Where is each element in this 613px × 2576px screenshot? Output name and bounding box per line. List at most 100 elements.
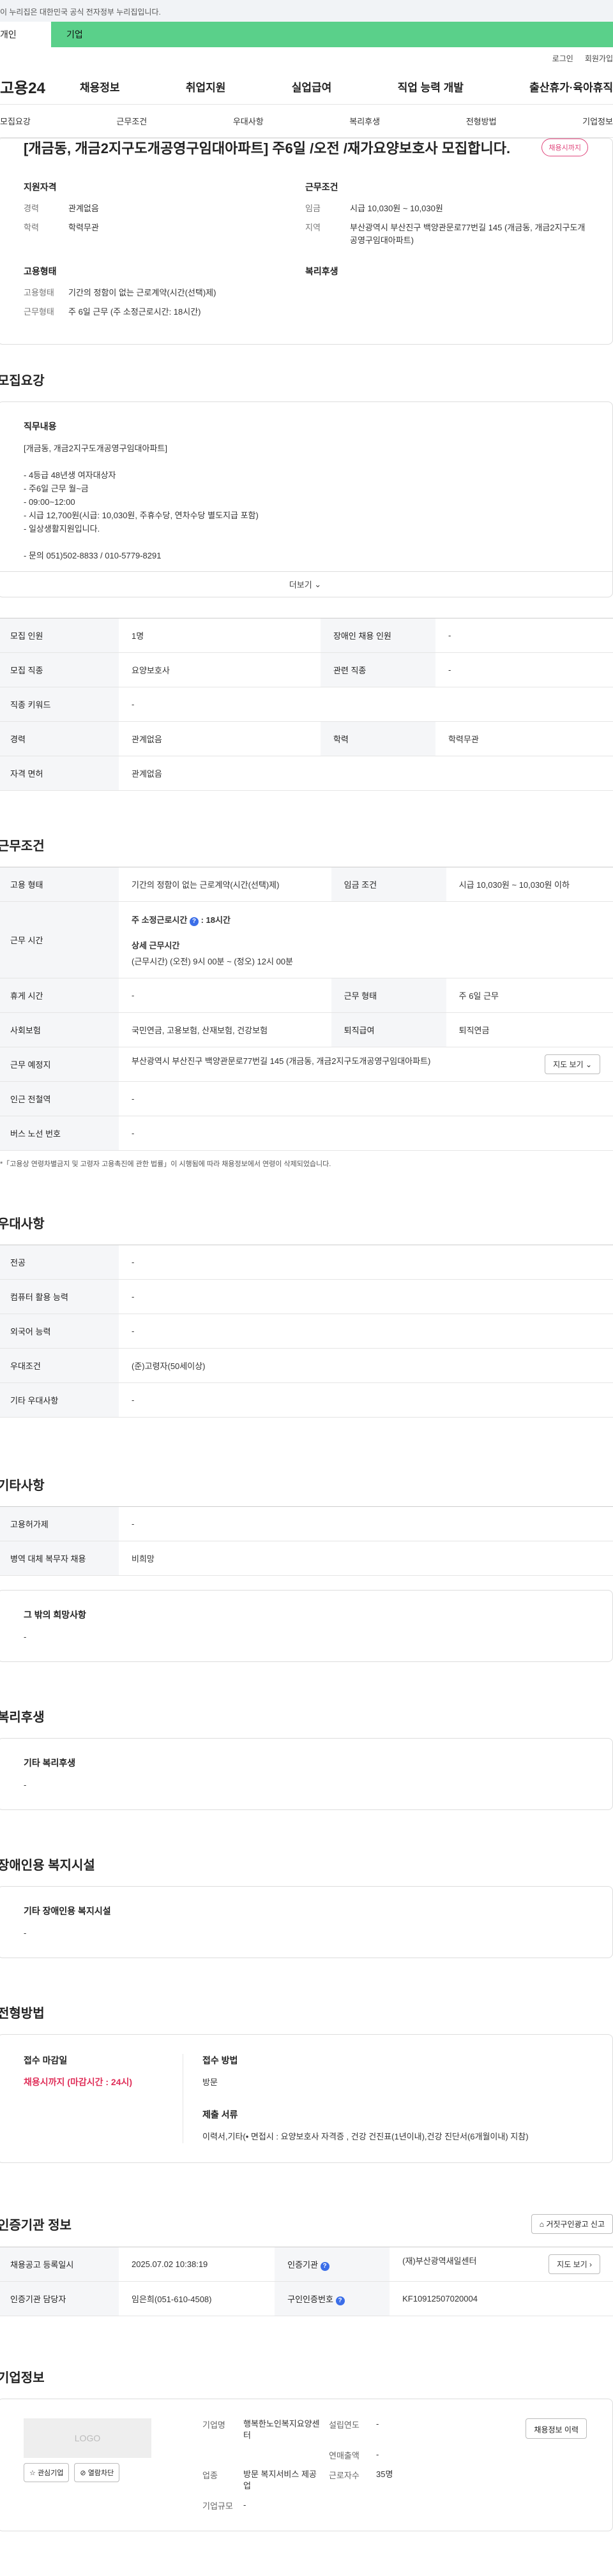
org-map-button[interactable]: 지도 보기 › bbox=[549, 2254, 600, 2274]
place-value: 부산광역시 부산진구 백양관문로77번길 145 (개금동, 개금2지구도개공영… bbox=[132, 1056, 431, 1066]
manager-value: 임은희(051-610-4508) bbox=[119, 2281, 275, 2316]
disabled-count-value: - bbox=[435, 618, 613, 653]
permit-value: - bbox=[119, 1506, 613, 1541]
anchor-preference[interactable]: 우대사항 bbox=[233, 115, 264, 127]
welfare-title: 복리후생 bbox=[0, 1711, 45, 1725]
detail-hours-heading: 상세 근무시간 bbox=[132, 940, 180, 950]
hours-value: 주 소정근로시간 ? : 18시간 상세 근무시간 (근무시간) (오전) 9시… bbox=[119, 901, 613, 978]
found-value: - bbox=[376, 2419, 379, 2429]
license-value: 관계없음 bbox=[119, 756, 613, 791]
gov-banner: 이 누리집은 대한민국 공식 전자정부 누리집입니다. bbox=[0, 0, 613, 22]
info-icon[interactable]: ? bbox=[335, 2296, 345, 2305]
site-logo[interactable]: 고용24 bbox=[0, 75, 80, 98]
manager-label: 인증기관 담당자 bbox=[0, 2281, 119, 2316]
preference-title: 우대사항 bbox=[0, 1217, 45, 1231]
gnb-item-unemployment-benefit[interactable]: 실업급여 bbox=[292, 79, 332, 94]
anchor-conditions[interactable]: 근무조건 bbox=[116, 115, 147, 127]
etc-pref-value: - bbox=[119, 1382, 613, 1418]
user-type-tabs: 개인 기업 bbox=[0, 22, 613, 47]
staff-value: 35명 bbox=[376, 2469, 393, 2479]
lang-label: 외국어 능력 bbox=[0, 1314, 119, 1349]
anchor-selection[interactable]: 전형방법 bbox=[466, 115, 497, 127]
table-row: 모집 인원 1명 장애인 채용 인원 - bbox=[0, 618, 613, 653]
gnb-item-skills[interactable]: 직업 능력 개발 bbox=[398, 79, 464, 94]
table-row: 고용허가제 - bbox=[0, 1506, 613, 1541]
related-job-value: - bbox=[435, 652, 613, 687]
region-label: 지역 bbox=[305, 223, 321, 232]
pc-value: - bbox=[119, 1279, 613, 1314]
conditions-heading: 근무조건 bbox=[305, 182, 338, 192]
more-button[interactable]: 더보기 ⌄ bbox=[0, 571, 612, 597]
emp-value: 기간의 정함이 없는 근로계약(시간(선택)제) bbox=[119, 867, 331, 902]
login-link[interactable]: 로그인 bbox=[552, 53, 573, 64]
table-row: 우대조건 (준)고령자(50세이상) bbox=[0, 1348, 613, 1383]
summary-employment-welfare: 고용형태 고용형태 기간의 정함이 없는 근로계약(시간(선택)제) 근무형태 주 … bbox=[24, 265, 587, 325]
summary-qualification-conditions: 지원자격 경력 관계없음 학력 학력무관 근무조건 임금 시급 10,030원 ~ 1… bbox=[24, 181, 587, 253]
welfare-box: 기타 복리후생 - bbox=[0, 1738, 613, 1810]
employment-heading: 고용형태 bbox=[24, 266, 57, 276]
found-label: 설립연도 bbox=[329, 2420, 359, 2430]
lang-value: - bbox=[119, 1314, 613, 1349]
company-info: 기업명 행복한노인복지요양센터 설립연도 - 연매출액 - 업종 방문 복지서비스 제공… bbox=[202, 2418, 453, 2512]
company-name-value: 행복한노인복지요양센터 bbox=[243, 2419, 320, 2440]
staff-label: 근로자수 bbox=[329, 2471, 359, 2480]
chevron-down-icon: ⌄ bbox=[314, 579, 322, 589]
gnb-item-jobs[interactable]: 채용정보 bbox=[80, 79, 120, 94]
table-row: 인증기관 담당자 임은희(051-610-4508) 구인인증번호 ? KF10912… bbox=[0, 2281, 613, 2316]
detail-hours-value: (근무시간) (오전) 9시 00분 ~ (정오) 12시 00분 bbox=[132, 956, 293, 966]
count-value: 1명 bbox=[119, 618, 321, 653]
map-button[interactable]: 지도 보기 ⌄ bbox=[545, 1054, 600, 1074]
bus-value: - bbox=[119, 1116, 613, 1151]
table-row: 채용공고 등록일시 2025.07.02 10:38:19 인증기관 ? (재)부산광… bbox=[0, 2247, 613, 2282]
info-icon[interactable]: ? bbox=[320, 2261, 329, 2271]
interest-button[interactable]: ☆ 관심기업 bbox=[24, 2463, 70, 2482]
career-row-label: 경력 bbox=[0, 721, 119, 756]
table-row: 인근 전철역 - bbox=[0, 1081, 613, 1116]
star-icon: ☆ bbox=[29, 2469, 36, 2477]
welfare-etc-heading: 기타 복리후생 bbox=[24, 1758, 76, 1768]
company-logo: LOGO bbox=[24, 2418, 151, 2458]
gnb-item-parental-leave[interactable]: 출산휴가·육아휴직 bbox=[529, 79, 613, 94]
gnb-item-employment-support[interactable]: 취업지원 bbox=[186, 79, 226, 94]
company-history-button[interactable]: 채용정보 이력 bbox=[526, 2418, 587, 2439]
employment-label: 고용형태 bbox=[24, 288, 54, 297]
retire-label: 퇴직급여 bbox=[331, 1012, 446, 1047]
selection-box: 접수 마감일 채용시까지 (마감시간 : 24시) 접수 방법 방문 제출 서류… bbox=[0, 2034, 613, 2163]
form-value: 주 6일 근무 bbox=[446, 978, 613, 1013]
gnb-menu: 채용정보 취업지원 실업급여 직업 능력 개발 출산휴가·육아휴직 bbox=[80, 79, 613, 94]
tab-company[interactable]: 기업 bbox=[51, 22, 613, 47]
etc-pref-label: 기타 우대사항 bbox=[0, 1382, 119, 1418]
tab-individual[interactable]: 개인 bbox=[0, 22, 51, 47]
table-row: 버스 노선 번호 - bbox=[0, 1116, 613, 1151]
org-label-cell: 인증기관 ? bbox=[275, 2247, 390, 2282]
table-row: 전공 - bbox=[0, 1245, 613, 1280]
anchor-company[interactable]: 기업정보 bbox=[582, 115, 613, 127]
form-label: 근무 형태 bbox=[331, 978, 446, 1013]
num-label-cell: 구인인증번호 ? bbox=[275, 2281, 390, 2316]
info-icon[interactable]: ? bbox=[189, 917, 199, 926]
num-label: 구인인증번호 bbox=[287, 2294, 333, 2304]
employment-value: 기간의 정함이 없는 근로계약(시간(선택)제) bbox=[68, 288, 216, 297]
deadline-heading: 접수 마감일 bbox=[24, 2055, 68, 2065]
certification-title: 인증기관 정보 bbox=[0, 2219, 72, 2233]
major-value: - bbox=[119, 1245, 613, 1280]
education-value: 학력무관 bbox=[68, 223, 99, 232]
sales-label: 연매출액 bbox=[329, 2451, 359, 2460]
report-button[interactable]: ⌂ 거짓구인광고 신고 bbox=[531, 2214, 613, 2234]
docs-heading: 제출 서류 bbox=[202, 2109, 238, 2120]
certification-header: 인증기관 정보 ⌂ 거짓구인광고 신고 bbox=[0, 2214, 613, 2234]
block-button[interactable]: ⊘ 열람차단 bbox=[74, 2463, 120, 2482]
anchor-welfare[interactable]: 복리후생 bbox=[349, 115, 380, 127]
pref-value: (준)고령자(50세이상) bbox=[119, 1348, 613, 1383]
table-row: 외국어 능력 - bbox=[0, 1314, 613, 1349]
subway-value: - bbox=[119, 1081, 613, 1116]
utility-links: 로그인 회원가입 bbox=[0, 47, 613, 69]
company-title: 기업정보 bbox=[0, 2371, 45, 2385]
org-map-button-label: 지도 보기 bbox=[557, 2260, 587, 2269]
edu-row-label: 학력 bbox=[320, 721, 435, 756]
insurance-value: 국민연금, 고용보험, 산재보험, 건강보험 bbox=[119, 1012, 331, 1047]
anchor-recruit[interactable]: 모집요강 bbox=[0, 115, 31, 127]
signup-link[interactable]: 회원가입 bbox=[585, 53, 613, 64]
selection-title: 전형방법 bbox=[0, 2007, 45, 2021]
place-cell: 부산광역시 부산진구 백양관문로77번길 145 (개금동, 개금2지구도개공영… bbox=[119, 1047, 613, 1082]
